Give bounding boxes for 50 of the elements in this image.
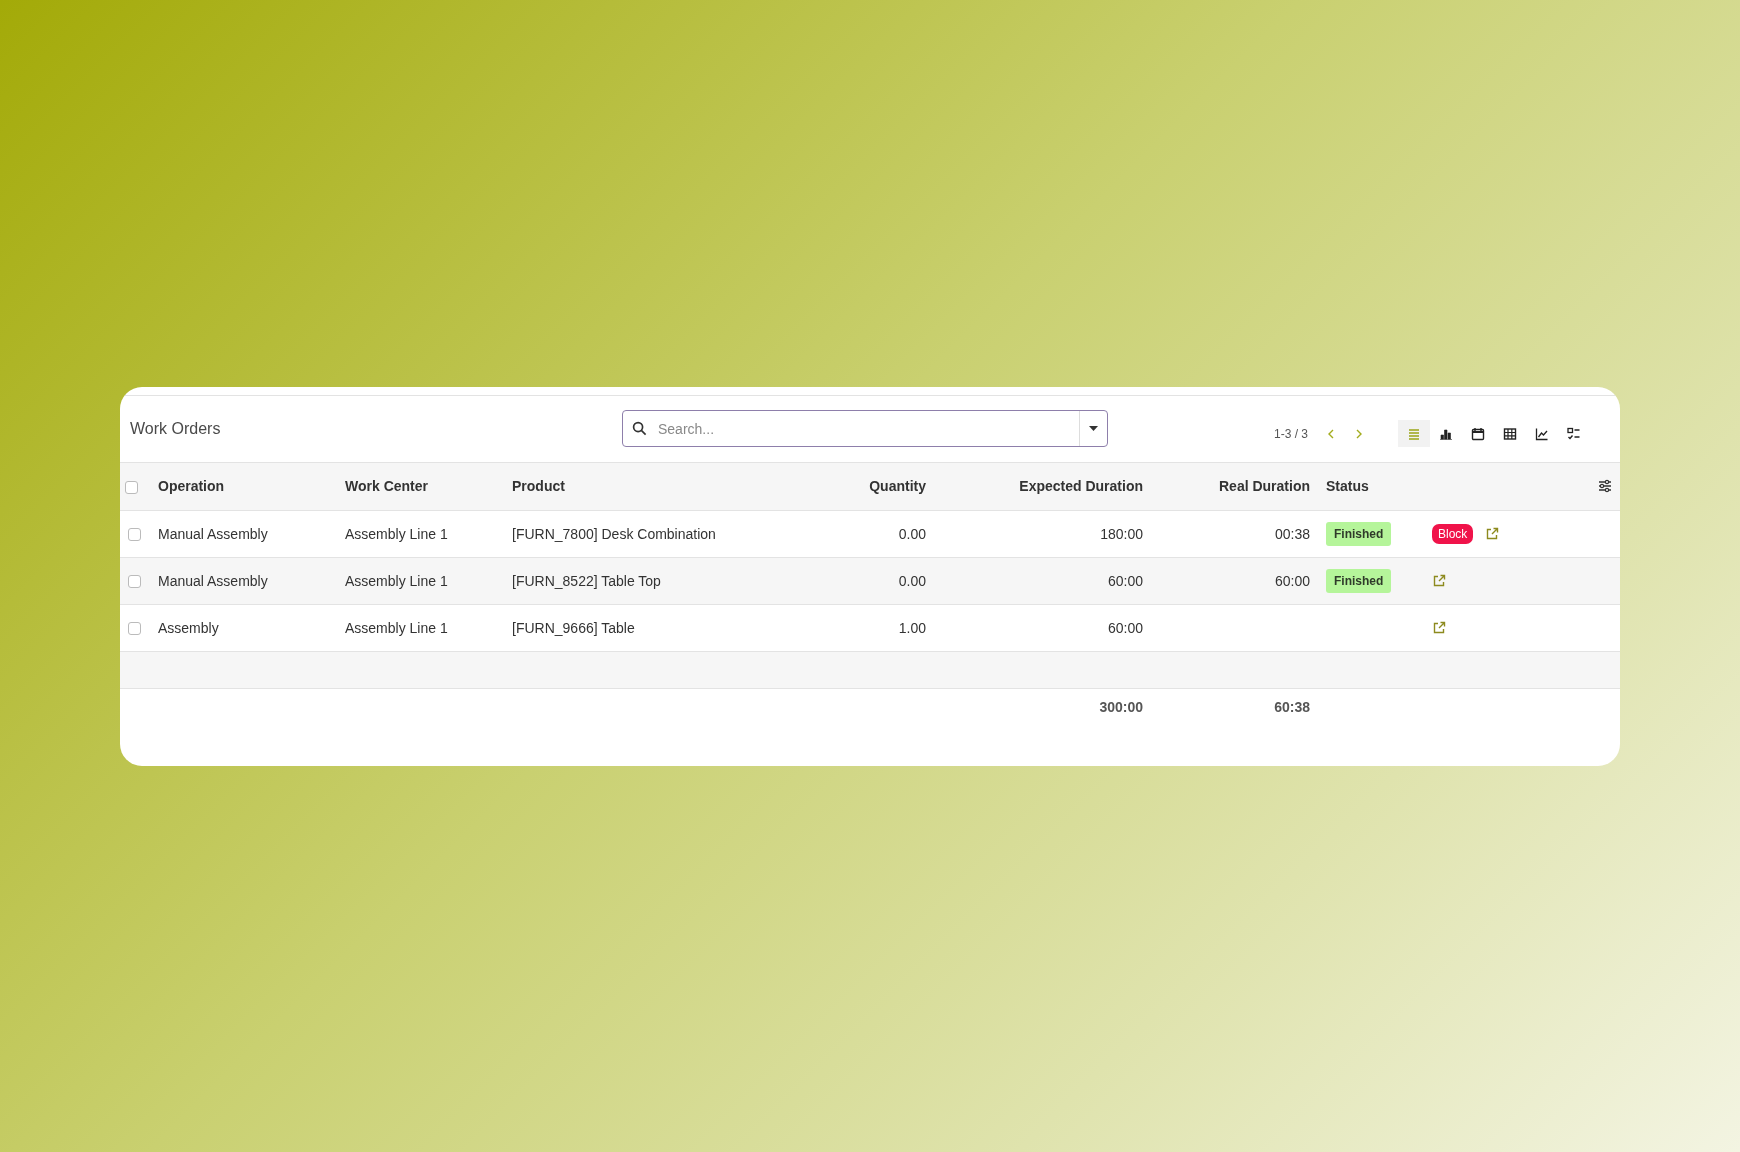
chevron-right-icon (1354, 427, 1364, 440)
table-cell: [FURN_9666] Table (512, 619, 635, 636)
pager-range: 1-3 / 3 (1273, 426, 1308, 441)
total-value: 300:00 (1099, 698, 1143, 715)
table-cell: 60:00 (1107, 619, 1143, 636)
table-cell: Manual Assembly (158, 525, 268, 542)
table-cell: 180:00 (1100, 525, 1143, 542)
column-header[interactable]: Quantity (869, 478, 926, 494)
table-cell: 60:00 (1274, 572, 1310, 589)
table-cell: [FURN_7800] Desk Combination (512, 525, 716, 542)
external-link-icon (1432, 620, 1446, 635)
column-header[interactable]: Operation (158, 478, 225, 494)
checkbox[interactable] (128, 528, 141, 542)
block-button[interactable]: Block (1432, 523, 1474, 544)
chevron-left-icon (1326, 427, 1336, 440)
settings-sliders-icon[interactable] (1598, 479, 1612, 493)
table-cell: [FURN_8522] Table Top (512, 572, 661, 589)
table-cell: 0.00 (898, 572, 926, 589)
table-cell: 0.00 (898, 525, 926, 542)
calendar-icon (1470, 425, 1486, 442)
grid-icon (1502, 425, 1518, 442)
table-cell: Manual Assembly (158, 572, 268, 589)
checkbox[interactable] (128, 622, 141, 636)
column-header[interactable]: Expected Duration (1019, 478, 1143, 494)
external-link-icon (1485, 526, 1500, 541)
open-record-button[interactable] (1432, 620, 1446, 635)
column-header[interactable]: Product (512, 478, 565, 494)
external-link-icon (1432, 573, 1446, 588)
table-cell: Assembly (158, 619, 219, 636)
status-badge: Finished (1326, 521, 1392, 546)
caret-icon (1089, 426, 1098, 431)
total-value: 60:38 (1274, 698, 1310, 715)
checkbox[interactable] (128, 575, 141, 589)
table-cell: Assembly Line 1 (345, 572, 448, 589)
table-cell: 00:38 (1274, 525, 1310, 542)
table-cell: Assembly Line 1 (345, 525, 448, 542)
table-cell: 1.00 (898, 619, 926, 636)
checkbox[interactable] (125, 480, 138, 494)
open-record-button[interactable] (1485, 526, 1500, 541)
table-cell: Assembly Line 1 (345, 619, 448, 636)
view-switch-button[interactable] (1398, 420, 1430, 447)
page-title: Work Orders (130, 419, 222, 438)
column-header[interactable]: Real Duration (1219, 478, 1310, 494)
status-badge: Finished (1326, 568, 1392, 593)
open-record-button[interactable] (1432, 573, 1446, 588)
table-cell: 60:00 (1107, 572, 1143, 589)
checklist-icon (1566, 425, 1582, 442)
column-header[interactable]: Status (1326, 478, 1369, 494)
search-field[interactable]: Search... (622, 410, 1108, 447)
column-header[interactable]: Work Center (345, 478, 428, 494)
